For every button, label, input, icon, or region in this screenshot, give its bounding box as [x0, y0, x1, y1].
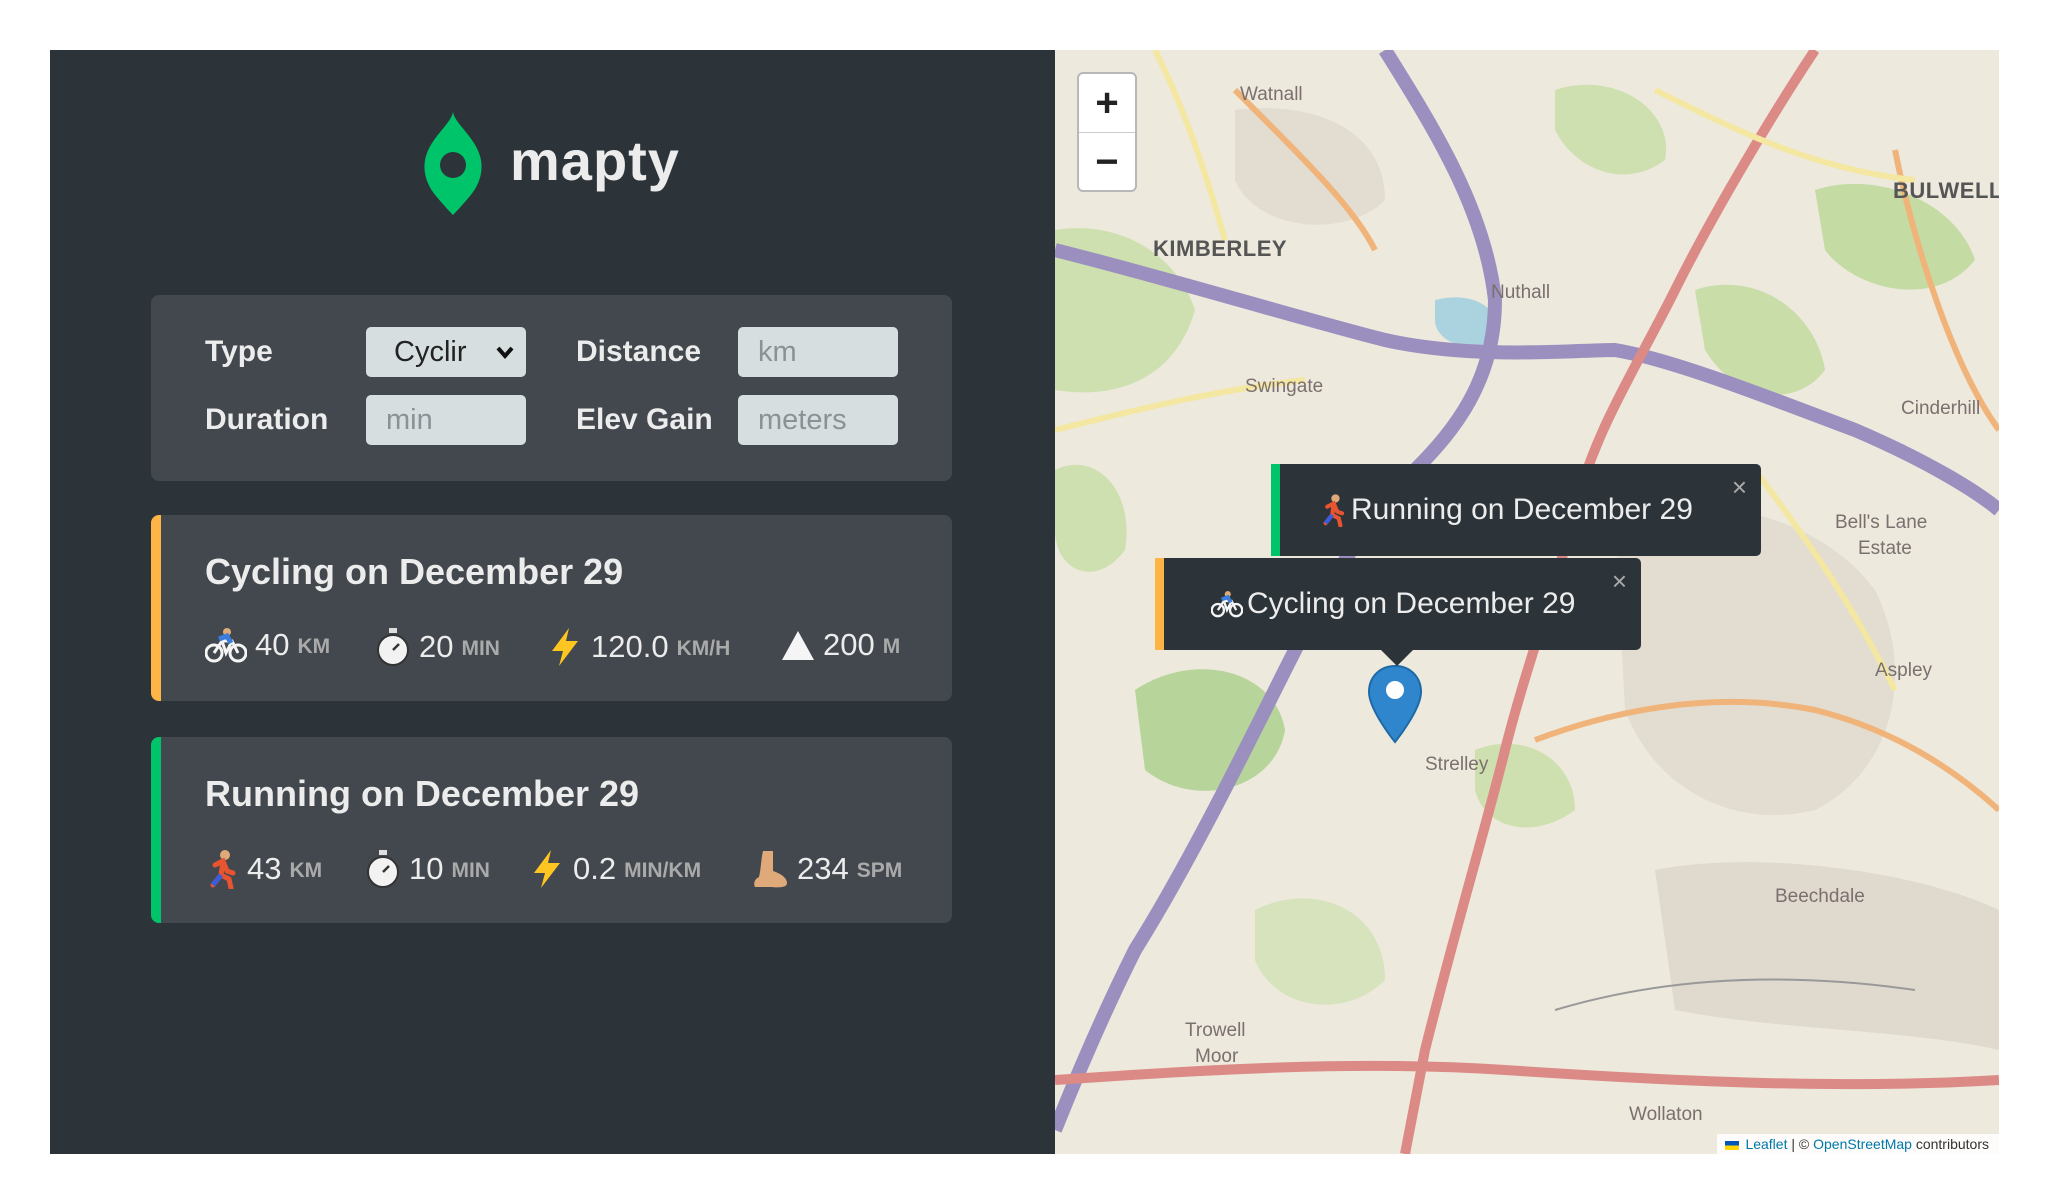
place-label: KIMBERLEY	[1153, 236, 1288, 261]
openstreetmap-link[interactable]: OpenStreetMap	[1813, 1136, 1912, 1152]
stat-unit: min/km	[624, 859, 702, 882]
popup-accent-bar	[1271, 464, 1280, 556]
workout-stat-duration: 20 min	[375, 627, 500, 667]
map-popup-running[interactable]: Running on December 29 ×	[1271, 464, 1761, 556]
zoom-out-button[interactable]: −	[1079, 133, 1135, 191]
elev-gain-label: Elev Gain	[576, 403, 713, 436]
place-label: Moor	[1195, 1046, 1239, 1067]
bicycle-icon	[205, 627, 247, 663]
type-select[interactable]: Cyclir	[366, 327, 526, 377]
duration-input[interactable]: min	[366, 395, 526, 445]
workout-title: Running on December 29	[205, 773, 640, 814]
place-label: Aspley	[1875, 660, 1933, 681]
stat-unit: km	[289, 859, 323, 882]
workout-stat-pace: 0.2 min/km	[529, 849, 701, 889]
place-label: Wollaton	[1629, 1104, 1703, 1125]
stat-value: 20	[419, 629, 454, 664]
duration-label: Duration	[205, 403, 329, 436]
workout-accent-bar	[151, 515, 161, 701]
lightning-icon	[547, 627, 583, 667]
workout-stat-elevation: 200 m	[781, 627, 900, 663]
stat-value: 0.2	[573, 851, 617, 886]
stat-unit: km/h	[676, 637, 731, 660]
type-label: Type	[205, 335, 273, 368]
type-select-value: Cyclir	[394, 336, 467, 368]
sidebar: mapty Type Cyclir Distance km Duration m…	[50, 50, 1055, 1154]
place-label: Strelley	[1425, 754, 1489, 775]
workout-card-running[interactable]: Running on December 29 43 km 10 min 0	[151, 737, 952, 923]
logo: mapty	[422, 110, 680, 216]
stat-unit: km	[297, 635, 331, 658]
foot-icon	[751, 849, 789, 889]
popup-accent-bar	[1155, 558, 1164, 650]
stopwatch-icon	[365, 849, 401, 889]
place-label: Estate	[1858, 538, 1912, 559]
popup-tip	[1381, 650, 1413, 666]
workout-stat-duration: 10 min	[365, 849, 490, 889]
zoom-in-button[interactable]: +	[1079, 74, 1135, 133]
workout-card-cycling[interactable]: Cycling on December 29 40 km 20 min 1	[151, 515, 952, 701]
bicycle-icon	[1211, 590, 1243, 618]
stat-unit: m	[882, 635, 901, 658]
workout-stat-distance: 43 km	[205, 849, 322, 889]
map-marker-icon[interactable]	[1367, 664, 1423, 744]
logo-text: mapty	[510, 128, 680, 192]
place-label: Cinderhill	[1901, 398, 1981, 419]
workout-title: Cycling on December 29	[205, 551, 624, 592]
attribution-separator: | ©	[1787, 1136, 1814, 1152]
close-icon[interactable]: ×	[1612, 566, 1627, 597]
app-container: mapty Type Cyclir Distance km Duration m…	[50, 50, 1999, 1154]
elev-gain-input[interactable]: meters	[738, 395, 898, 445]
workout-stat-speed: 120.0 km/h	[547, 627, 730, 667]
leaflet-link[interactable]: Leaflet	[1745, 1136, 1787, 1152]
place-label: Watnall	[1240, 84, 1303, 105]
map[interactable]: + − Watnall BULWELL KIMBERLEY Nuthall Sw…	[1055, 50, 1999, 1154]
distance-input[interactable]: km	[738, 327, 898, 377]
map-popup-cycling[interactable]: Cycling on December 29 ×	[1155, 558, 1641, 666]
lightning-icon	[529, 849, 565, 889]
runner-icon	[1319, 493, 1347, 527]
workout-stat-cadence: 234 spm	[751, 849, 902, 889]
place-label: Swingate	[1245, 376, 1324, 397]
place-label: Nuthall	[1491, 282, 1551, 303]
map-attribution: Leaflet | © OpenStreetMap contributors	[1716, 1134, 1999, 1154]
place-label: BULWELL	[1893, 178, 1999, 203]
workout-accent-bar	[151, 737, 161, 923]
mountain-icon	[781, 628, 815, 662]
ukraine-flag-icon	[1724, 1140, 1739, 1150]
stat-value: 120.0	[591, 629, 669, 664]
attribution-contributors: contributors	[1911, 1136, 1989, 1152]
stat-value: 10	[409, 851, 444, 886]
place-label: Bell's Lane	[1835, 512, 1928, 533]
stat-value: 234	[797, 851, 849, 886]
popup-text: Cycling on December 29	[1247, 587, 1576, 620]
zoom-control: + −	[1077, 72, 1137, 192]
chevron-down-icon	[496, 346, 514, 360]
stat-value: 200	[823, 627, 875, 662]
workout-stat-distance: 40 km	[205, 627, 330, 663]
stat-unit: min	[461, 637, 500, 660]
stopwatch-icon	[375, 627, 411, 667]
popup-text: Running on December 29	[1351, 493, 1693, 526]
stat-unit: spm	[856, 859, 903, 882]
place-label: Trowell	[1185, 1020, 1246, 1041]
workout-form: Type Cyclir Distance km Duration min Ele…	[151, 295, 952, 481]
distance-label: Distance	[576, 335, 702, 368]
stat-value: 43	[247, 851, 282, 886]
stat-value: 40	[255, 627, 290, 662]
close-icon[interactable]: ×	[1732, 472, 1747, 503]
place-label: Beechdale	[1775, 886, 1865, 907]
stat-unit: min	[451, 859, 490, 882]
runner-icon	[205, 849, 239, 889]
map-pin-logo-icon	[424, 112, 482, 215]
